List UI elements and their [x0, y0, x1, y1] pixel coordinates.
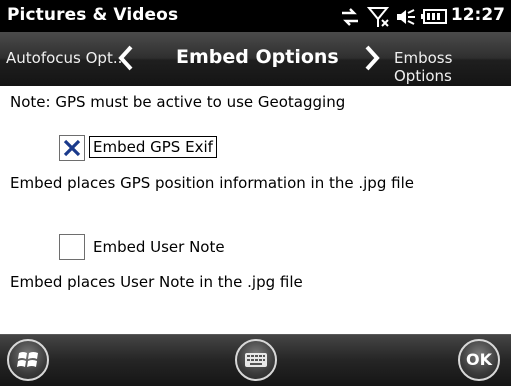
speaker-icon[interactable]	[395, 8, 417, 26]
ok-button[interactable]: OK	[458, 339, 500, 381]
embed-user-note-checkbox[interactable]	[59, 234, 85, 260]
app-title: Pictures & Videos	[7, 5, 179, 25]
nav-next-label[interactable]: Emboss Options	[394, 49, 511, 85]
keyboard-icon	[245, 353, 267, 367]
start-button[interactable]	[7, 339, 49, 381]
nav-prev-label[interactable]: Autofocus Opt...	[6, 49, 127, 67]
embed-user-note-description: Embed places User Note in the .jpg file	[10, 273, 303, 291]
embed-gps-exif-description: Embed places GPS position information in…	[10, 174, 414, 192]
battery-icon[interactable]	[421, 9, 447, 24]
chevron-right-icon[interactable]	[364, 45, 380, 71]
nav-current-title: Embed Options	[176, 46, 339, 68]
options-content: Note: GPS must be active to use Geotaggi…	[0, 86, 511, 334]
soft-key-bar: OK	[0, 334, 511, 386]
clock[interactable]: 12:27	[451, 5, 505, 25]
embed-gps-exif-checkbox[interactable]	[59, 135, 85, 161]
gps-note: Note: GPS must be active to use Geotaggi…	[10, 93, 346, 111]
windows-start-icon	[17, 352, 38, 367]
embed-gps-exif-label[interactable]: Embed GPS Exif	[89, 136, 217, 158]
checkmark-x-icon	[63, 139, 81, 157]
data-transfer-icon	[342, 8, 358, 26]
ok-label: OK	[466, 350, 492, 369]
chevron-left-icon[interactable]	[118, 45, 134, 71]
title-bar: Pictures & Videos 12:27	[0, 0, 511, 32]
no-signal-icon[interactable]	[367, 6, 391, 28]
options-nav-header: Autofocus Opt... Embed Options Emboss Op…	[0, 32, 511, 86]
embed-user-note-label[interactable]: Embed User Note	[90, 237, 228, 257]
keyboard-button[interactable]	[235, 339, 277, 381]
